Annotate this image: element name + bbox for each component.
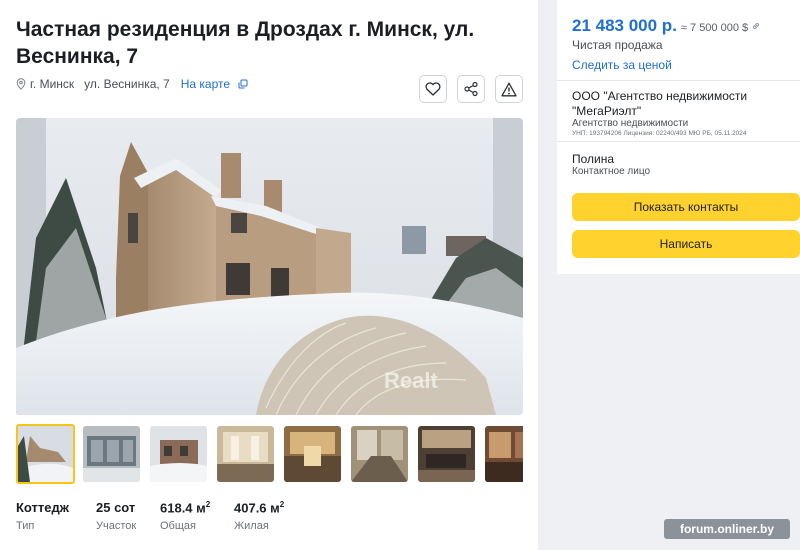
price-usd: ≈ 7 500 000 $ [680, 22, 749, 34]
thumbnail[interactable] [418, 426, 475, 482]
main-photo[interactable]: Realt [16, 118, 523, 415]
spec-unit: 2 [279, 500, 285, 509]
contact-name: Полина [572, 152, 615, 166]
spec-value: Коттедж [16, 500, 69, 515]
spec-plot: 25 сот Участок [96, 500, 136, 532]
spec-label: Жилая [234, 520, 269, 533]
spec-value: 25 сот [96, 500, 136, 515]
share-icon [464, 81, 478, 97]
favorite-button[interactable] [419, 75, 447, 103]
warning-icon [501, 82, 517, 96]
spec-value: 407.6 м [234, 500, 280, 516]
site-watermark: forum.onliner.by [664, 519, 790, 539]
show-contacts-button[interactable]: Показать контакты [572, 193, 800, 221]
share-button[interactable] [457, 75, 485, 103]
heart-icon [425, 82, 441, 96]
thumbnail[interactable] [83, 426, 140, 482]
address-row: г. Минск ул. Веснинка, 7 На карте [16, 76, 248, 92]
thumbnail[interactable] [284, 426, 341, 482]
spec-total-area: 618.4 м2 Общая [160, 500, 210, 532]
address-street: ул. Веснинка, 7 [84, 77, 170, 91]
spec-label: Участок [96, 520, 137, 532]
price-row: 21 483 000 р. ≈ 7 500 000 $ [572, 16, 761, 36]
write-message-button[interactable]: Написать [572, 230, 800, 258]
thumbnail[interactable] [217, 426, 274, 482]
agency-type: Агентство недвижимости [572, 118, 689, 129]
follow-price-link[interactable]: Следить за ценой [572, 58, 672, 72]
spec-label: Общая [160, 520, 196, 533]
agency-name[interactable]: ООО "Агентство недвижимости "МегаРиэлт" [572, 89, 792, 119]
show-on-map-link[interactable]: На карте [181, 77, 230, 91]
thumbnail[interactable] [485, 426, 523, 482]
spec-value: 618.4 м [160, 500, 206, 516]
link-icon[interactable] [751, 21, 761, 31]
location-pin-icon [16, 78, 26, 90]
divider [557, 80, 800, 81]
spec-unit: 2 [205, 500, 211, 509]
photo-watermark: Realt [384, 368, 438, 393]
copy-address-icon[interactable] [238, 79, 248, 89]
listing-title: Частная резиденция в Дроздах г. Минск, у… [16, 18, 475, 68]
thumbnail[interactable] [351, 426, 408, 482]
address-city: г. Минск [30, 77, 75, 91]
thumbnail-strip [16, 424, 523, 484]
thumbnail[interactable] [150, 426, 207, 482]
spec-type: Коттедж Тип [16, 500, 69, 532]
contact-role: Контактное лицо [572, 166, 651, 177]
price-byn: 21 483 000 р. [572, 16, 677, 35]
listing-card: Частная резиденция в Дроздах г. Минск, у… [0, 0, 538, 550]
thumbnail[interactable] [16, 424, 75, 484]
agency-license: УНП: 193794206 Лицензия: 02240/493 МЮ РБ… [572, 130, 747, 137]
report-button[interactable] [495, 75, 523, 103]
sale-type: Чистая продажа [572, 38, 663, 52]
divider [557, 141, 800, 142]
spec-living-area: 407.6 м2 Жилая [234, 500, 284, 532]
spec-label: Тип [16, 520, 35, 532]
